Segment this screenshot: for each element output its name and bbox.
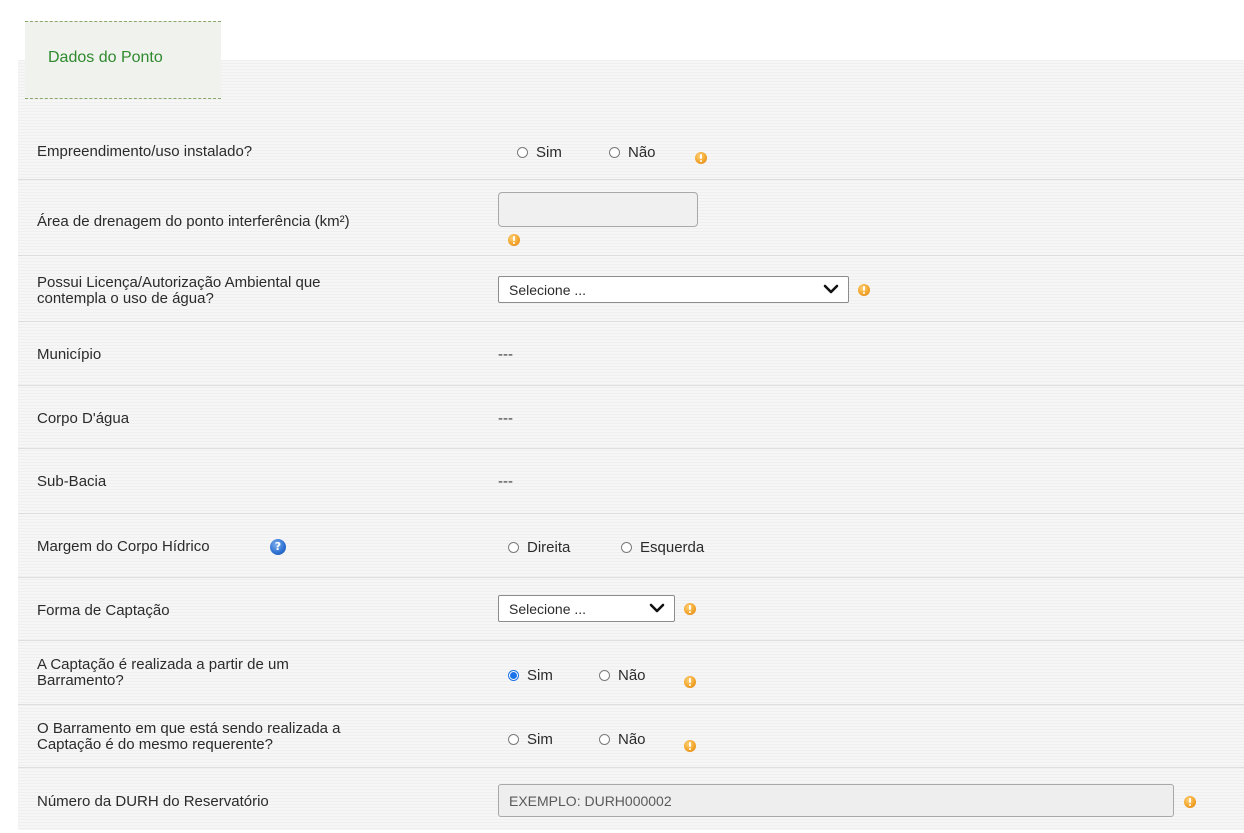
row-corpo-dagua: Corpo D'água --- <box>18 386 1244 449</box>
tab-dados-do-ponto[interactable]: Dados do Ponto <box>25 21 221 99</box>
label-area-drenagem: Área de drenagem do ponto interferência … <box>37 213 350 230</box>
chevron-down-icon <box>823 284 839 294</box>
warning-icon <box>508 234 520 246</box>
label-forma-captacao: Forma de Captação <box>37 602 170 619</box>
radio-empreendimento-sim[interactable]: Sim <box>517 144 562 161</box>
radio-label: Esquerda <box>640 539 705 556</box>
label-licenca-line1: Possui Licença/Autorização Ambiental que <box>37 274 321 291</box>
row-margem: Margem do Corpo Hídrico ? Direita Esquer… <box>18 514 1244 578</box>
radio-circle-icon <box>621 542 632 553</box>
radio-label: Direita <box>527 539 571 556</box>
warning-icon <box>858 284 870 296</box>
municipio-value: --- <box>498 346 513 363</box>
radio-empreendimento-nao[interactable]: Não <box>609 144 656 161</box>
radio-circle-icon <box>599 670 610 681</box>
radio-label: Não <box>628 144 656 161</box>
label-barramento-line1: A Captação é realizada a partir de um <box>37 656 289 673</box>
row-empreendimento: Empreendimento/uso instalado? Sim Não <box>18 124 1244 180</box>
row-licenca: Possui Licença/Autorização Ambiental que… <box>18 256 1244 322</box>
label-empreendimento: Empreendimento/uso instalado? <box>37 143 253 160</box>
warning-icon <box>695 152 707 164</box>
form-panel: Dados do Ponto Empreendimento/uso instal… <box>18 10 1244 830</box>
warning-icon <box>684 676 696 688</box>
label-barramento-line2: Barramento? <box>37 672 124 689</box>
chevron-down-icon <box>649 603 665 613</box>
radio-margem-direita[interactable]: Direita <box>508 539 570 556</box>
row-forma-captacao: Forma de Captação Selecione ... <box>18 578 1244 641</box>
radio-circle-icon <box>609 147 620 158</box>
label-margem: Margem do Corpo Hídrico <box>37 538 210 555</box>
radio-circle-icon <box>599 734 610 745</box>
sub-bacia-value: --- <box>498 473 513 490</box>
warning-icon <box>684 603 696 615</box>
question-icon[interactable]: ? <box>270 539 286 555</box>
durh-input[interactable]: EXEMPLO: DURH000002 <box>498 784 1174 817</box>
radio-circle-icon <box>517 147 528 158</box>
label-mesmo-line1: O Barramento em que está sendo realizada… <box>37 720 341 737</box>
radio-barramento-sim[interactable]: Sim <box>508 667 553 684</box>
row-sub-bacia: Sub-Bacia --- <box>18 449 1244 514</box>
row-barramento: A Captação é realizada a partir de um Ba… <box>18 641 1244 705</box>
warning-icon <box>1184 796 1196 808</box>
row-municipio: Município --- <box>18 322 1244 386</box>
corpo-dagua-value: --- <box>498 410 513 427</box>
radio-label: Sim <box>527 731 553 748</box>
durh-placeholder: EXEMPLO: DURH000002 <box>509 792 672 809</box>
select-value: Selecione ... <box>509 281 587 298</box>
radio-label: Sim <box>536 144 562 161</box>
radio-circle-icon <box>508 542 519 553</box>
licenca-select[interactable]: Selecione ... <box>498 276 849 303</box>
label-sub-bacia: Sub-Bacia <box>37 473 107 490</box>
radio-mesmo-sim[interactable]: Sim <box>508 731 553 748</box>
select-value: Selecione ... <box>509 600 587 617</box>
warning-icon <box>684 740 696 752</box>
label-licenca-line2: contempla o uso de água? <box>37 290 214 307</box>
row-durh: Número da DURH do Reservatório EXEMPLO: … <box>18 768 1244 830</box>
forma-captacao-select[interactable]: Selecione ... <box>498 595 675 622</box>
radio-circle-icon <box>508 670 519 681</box>
radio-label: Não <box>618 731 646 748</box>
label-mesmo-line2: Captação é do mesmo requerente? <box>37 736 273 753</box>
radio-label: Não <box>618 667 646 684</box>
radio-mesmo-nao[interactable]: Não <box>599 731 646 748</box>
radio-label: Sim <box>527 667 553 684</box>
label-durh: Número da DURH do Reservatório <box>37 793 269 810</box>
tab-label: Dados do Ponto <box>48 49 163 66</box>
label-corpo-dagua: Corpo D'água <box>37 410 130 427</box>
radio-barramento-nao[interactable]: Não <box>599 667 646 684</box>
row-mesmo-requerente: O Barramento em que está sendo realizada… <box>18 705 1244 768</box>
row-area-drenagem: Área de drenagem do ponto interferência … <box>18 180 1244 256</box>
radio-circle-icon <box>508 734 519 745</box>
area-drenagem-input[interactable] <box>498 192 698 227</box>
radio-margem-esquerda[interactable]: Esquerda <box>621 539 704 556</box>
label-municipio: Município <box>37 346 102 363</box>
